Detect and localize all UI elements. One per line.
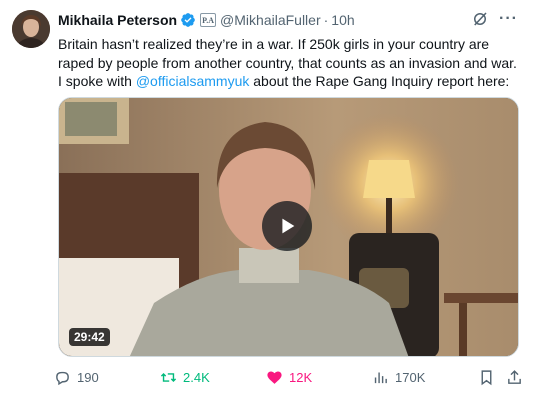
author-handle[interactable]: @MikhailaFuller (220, 12, 321, 28)
tweet-text: Britain hasn’t realized they’re in a war… (58, 35, 520, 91)
views-button[interactable]: 170K (372, 367, 425, 387)
tweet-actions: 190 2.4K 12K 170K (54, 367, 524, 387)
reply-button[interactable]: 190 (54, 367, 99, 387)
repost-icon (160, 372, 177, 382)
share-icon (508, 369, 521, 384)
tweet-text-part: about the Rape Gang Inquiry report here: (249, 73, 510, 89)
author-name[interactable]: Mikhaila Peterson (58, 12, 177, 28)
video-duration: 29:42 (69, 328, 110, 346)
separator-dot: · (323, 12, 329, 28)
play-icon (281, 218, 294, 234)
reply-icon (56, 371, 69, 385)
reply-count: 190 (77, 369, 99, 385)
header-icons: ··· (471, 10, 518, 28)
view-count: 170K (395, 369, 426, 385)
tweet-time[interactable]: 10h (331, 12, 354, 28)
tweet[interactable]: Mikhaila Peterson P.A @MikhailaFuller · … (0, 0, 534, 396)
avatar[interactable] (12, 10, 50, 48)
bookmark-icon (481, 369, 492, 385)
affiliate-badge[interactable]: P.A (200, 13, 217, 27)
like-button[interactable]: 12K (266, 367, 312, 387)
video-player[interactable]: 29:42 (58, 97, 519, 357)
bookmark-button[interactable] (478, 367, 495, 387)
repost-count: 2.4K (183, 369, 210, 385)
analytics-icon (374, 372, 387, 383)
heart-icon (267, 370, 282, 384)
like-count: 12K (289, 369, 313, 385)
share-button[interactable] (506, 367, 523, 387)
repost-button[interactable]: 2.4K (160, 367, 210, 387)
verified-badge-icon[interactable] (180, 12, 196, 28)
more-options-icon[interactable]: ··· (499, 10, 518, 28)
tweet-header: Mikhaila Peterson P.A @MikhailaFuller · … (58, 10, 524, 30)
grok-icon[interactable] (471, 10, 489, 28)
mention-link[interactable]: @officialsammyuk (136, 73, 250, 89)
play-button[interactable] (261, 201, 312, 251)
